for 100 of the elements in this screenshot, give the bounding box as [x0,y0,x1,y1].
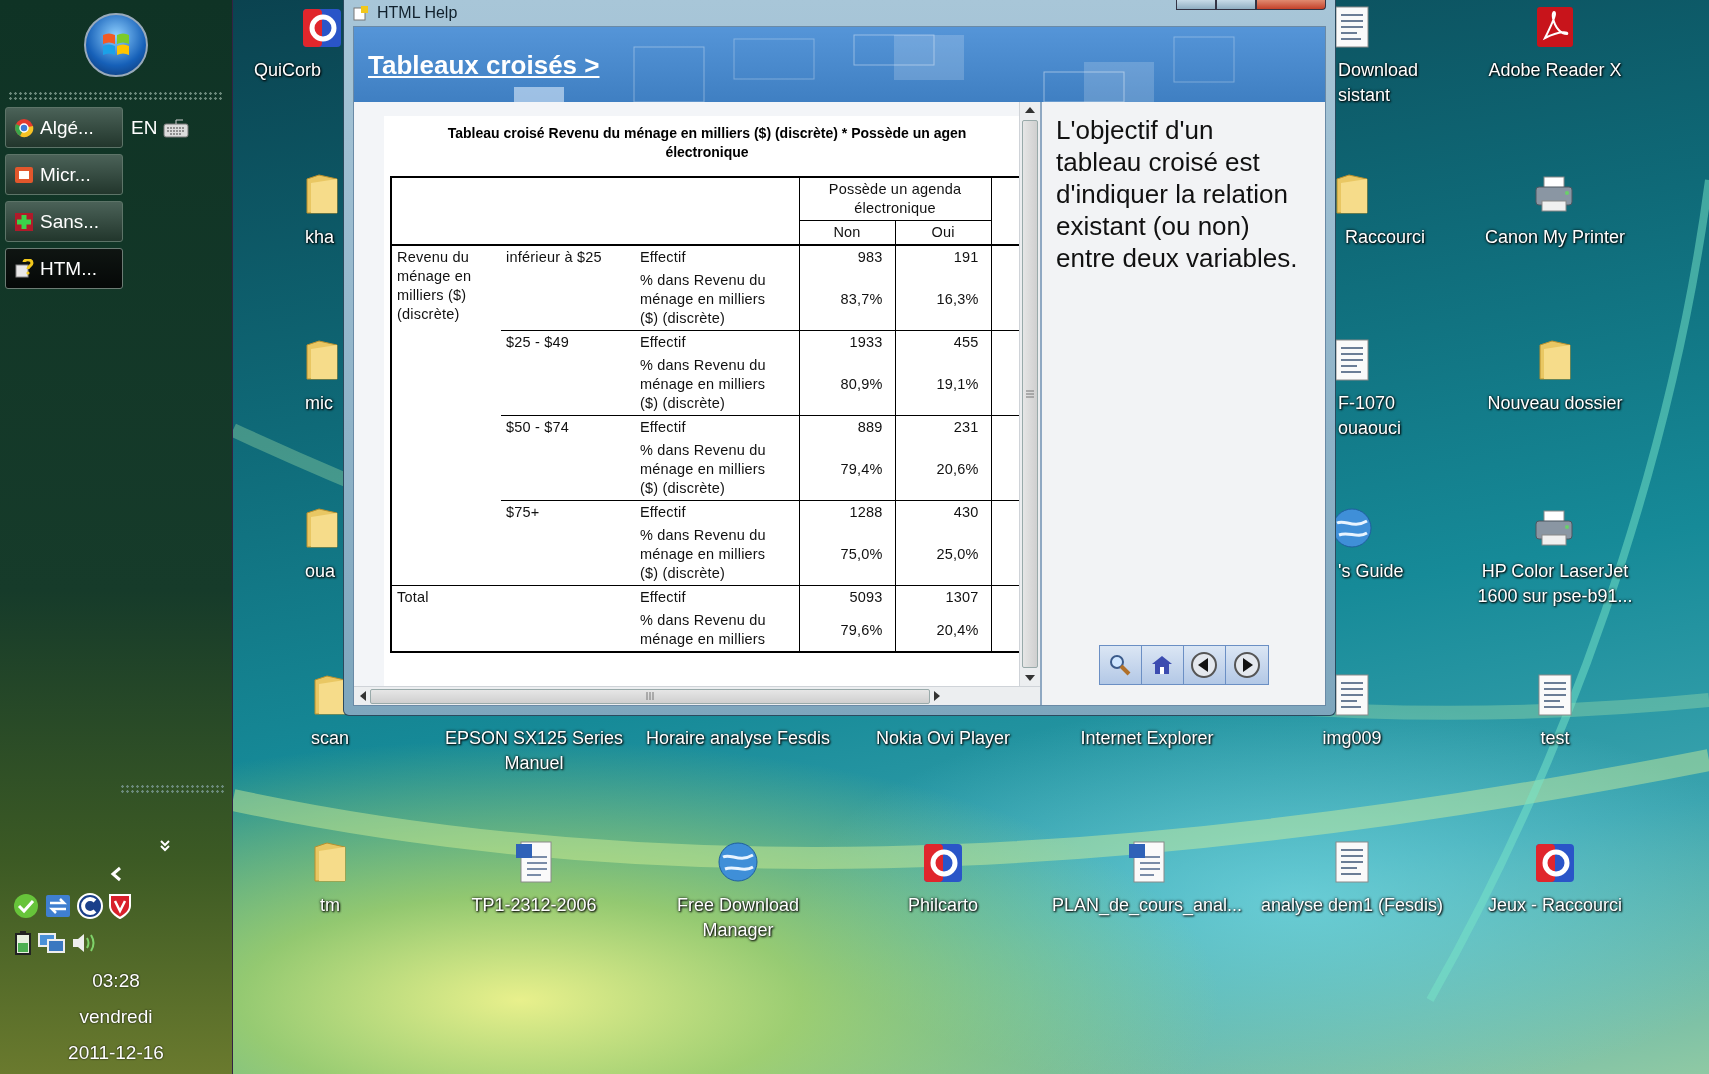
row-group-label: Revenu du ménage en milliers ($) (discrète) [397,249,472,322]
shield-icon[interactable] [108,892,132,920]
table-cell: 1307 [945,589,979,605]
category-label: $75+ [506,504,540,520]
word-document-icon [515,841,553,883]
folder-icon [1538,339,1572,381]
scroll-down-arrow-icon[interactable] [1025,675,1035,681]
clock-time[interactable]: 03:28 [92,970,140,992]
back-icon [1190,651,1218,679]
table-cell: 83,7% [840,291,883,307]
scroll-right-arrow-icon[interactable] [934,691,940,701]
vertical-scrollbar[interactable] [1019,102,1040,686]
gripper-handle[interactable] [8,91,224,101]
statistic-label: Effectif [640,589,686,605]
document-icon [1334,339,1370,381]
clock-day[interactable]: vendredi [79,1006,153,1028]
battery-icon[interactable] [12,930,34,956]
document-icon [1334,674,1370,716]
table-cell: 231 [953,419,979,435]
desktop-icon-label[interactable]: Nokia Ovi Player [876,726,1010,751]
table-cell: 1933 [849,334,883,350]
table-cell: 20,4% [936,621,979,638]
folder-icon [305,173,339,215]
scroll-left-arrow-icon[interactable] [360,691,366,701]
table-title: électronique [664,143,750,162]
horizontal-scrollbar[interactable] [354,686,1040,705]
chevron-left-icon[interactable] [110,866,122,882]
table-cell: 191 [953,249,979,265]
keyboard-icon[interactable] [163,118,190,138]
desktop-icon-label[interactable]: Internet Explorer [1080,726,1214,751]
table-cell: 80,9% [840,376,883,392]
help-icon [14,258,34,279]
desktop-icon-label[interactable]: 's Guide [1338,559,1404,584]
column-header: Non [833,224,861,240]
scrollbar-thumb[interactable] [1022,120,1038,668]
minimize-button[interactable] [1176,0,1216,10]
category-label: inférieur à $25 [506,249,602,265]
search-button[interactable] [1099,646,1142,684]
back-button[interactable] [1183,646,1226,684]
desktop-icon-label[interactable]: Horaire analyse Fesdis [645,726,831,751]
table-cell: 455 [953,334,979,350]
printer-icon [1534,509,1576,549]
desktop-icon-label[interactable]: Canon My Printer [1484,225,1626,250]
taskbar-button[interactable]: Micr... [5,154,123,195]
taskbar-button[interactable]: Algé... [5,107,123,148]
maximize-button[interactable] [1216,0,1256,10]
network-icon[interactable] [38,930,66,956]
statistic-label: % dans Revenu du ménage en milliers ($) (discrète) [640,272,766,326]
statistic-label: % dans Revenu du ménage en milliers [640,612,766,647]
desktop-icon-label[interactable]: kha [305,225,335,250]
statistic-label: Effectif [640,504,686,520]
desktop-icon-label[interactable]: HP Color LaserJet 1600 sur pse-b91... [1477,559,1633,609]
folder-icon [305,339,339,381]
desktop-icon-label[interactable]: test [1540,726,1570,751]
app-icon [302,8,342,48]
grip-icon [646,692,654,700]
scroll-up-arrow-icon[interactable] [1025,107,1035,113]
language-indicator[interactable]: EN [131,117,158,139]
desktop-icon-label[interactable]: EPSON SX125 Series Manuel [444,726,624,776]
home-button[interactable] [1141,646,1184,684]
taskbar-button[interactable]: Sans... [5,201,123,242]
statistic-label: % dans Revenu du ménage en milliers ($) (discrète) [640,357,766,411]
table-cell: 889 [857,419,883,435]
check-bubble-icon[interactable] [12,892,40,920]
sync-icon[interactable] [44,892,72,920]
desktop-icon-label[interactable]: oua [305,559,336,584]
table-cell: 430 [953,504,979,520]
taskbar-button[interactable]: HTM... [5,248,123,289]
document-icon [1537,674,1573,716]
circle-c-icon[interactable] [76,892,104,920]
desktop-icon-label[interactable]: Download sistant [1338,58,1419,108]
table-cell: 16,3% [936,291,979,307]
double-chevron-down-icon[interactable] [160,840,170,852]
desktop-icon-label[interactable]: Nouveau dossier [1487,391,1623,416]
desktop-icon-label[interactable]: QuiCorb [254,58,322,83]
category-label: $50 - $74 [506,419,570,435]
presentation-icon [14,164,34,185]
close-button[interactable] [1256,0,1326,10]
table-cell: 75,0% [840,546,883,562]
gripper-handle[interactable] [120,784,224,794]
home-icon [1151,655,1173,675]
table-cell: 1288 [849,504,883,520]
forward-icon [1232,651,1261,679]
desktop-icon-label[interactable]: Raccourci [1345,225,1426,250]
scrollbar-thumb[interactable] [370,688,930,704]
desktop-icon-label[interactable]: mic [305,391,333,416]
document-icon [1334,6,1370,48]
table-cell: 19,1% [936,376,979,392]
desktop-icon-label[interactable]: img009 [1322,726,1382,751]
clock-date[interactable]: 2011-12-16 [68,1042,164,1064]
table-cell: 25,0% [936,546,979,562]
folder-icon [313,841,347,883]
help-window-icon [353,5,369,21]
table-title: Tableau croisé Revenu du ménage en milliers ($) (discrète) * Possède un agen [446,124,968,143]
forward-button[interactable] [1225,646,1268,684]
browser-icon [14,117,34,138]
desktop-icon-label[interactable]: scan [311,726,349,751]
desktop-icon-label[interactable]: Adobe Reader X [1488,58,1622,83]
breadcrumb-link[interactable]: Tableaux croisés > [368,50,600,81]
desktop-icon-label[interactable]: F-1070 ouaouci [1338,391,1402,441]
